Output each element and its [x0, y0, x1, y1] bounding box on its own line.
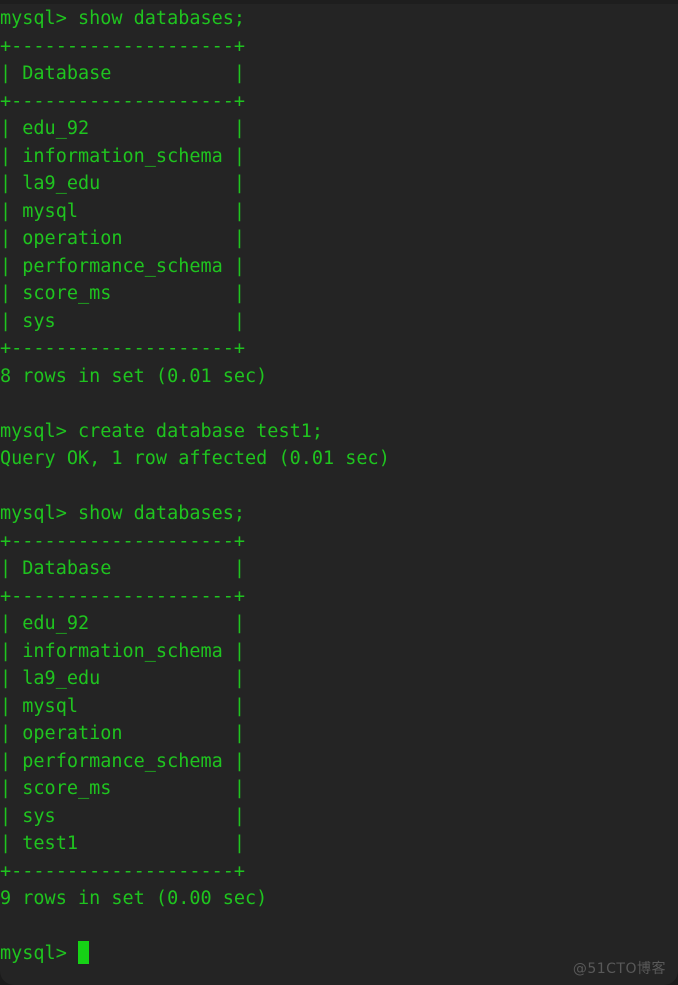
- watermark-label: @51CTO博客: [572, 961, 666, 977]
- prompt-label: mysql>: [0, 943, 78, 964]
- text-cursor: [77, 941, 89, 964]
- terminal-line: | mysql |: [0, 695, 246, 717]
- terminal-line: mysql> create database test1;: [0, 420, 324, 442]
- terminal-line: 9 rows in set (0.00 sec): [0, 888, 268, 909]
- terminal-line: | test1 |: [0, 833, 246, 854]
- terminal-line: | performance_schema |: [0, 255, 246, 277]
- terminal-line: | Database |: [0, 558, 246, 579]
- terminal-line: | edu_92 |: [0, 613, 246, 634]
- terminal-line: | operation |: [0, 723, 246, 744]
- terminal-line: | performance_schema |: [0, 750, 246, 772]
- terminal-line: +--------------------+: [0, 585, 246, 607]
- terminal-line: | mysql |: [0, 200, 246, 222]
- terminal-line: Query OK, 1 row affected (0.01 sec): [0, 448, 390, 469]
- terminal-line: | la9_edu |: [0, 173, 246, 194]
- terminal-line: | la9_edu |: [0, 668, 246, 689]
- terminal-line: | Database |: [0, 63, 246, 84]
- terminal-line: 8 rows in set (0.01 sec): [0, 365, 268, 387]
- terminal-line: | edu_92 |: [0, 118, 246, 139]
- terminal-line: | score_ms |: [0, 283, 246, 304]
- terminal-line: +--------------------+: [0, 530, 246, 552]
- terminal-line: | operation |: [0, 228, 246, 249]
- terminal-line: | sys |: [0, 805, 246, 827]
- terminal-line: +--------------------+: [0, 338, 246, 359]
- terminal-line: +--------------------+: [0, 90, 246, 112]
- terminal-line: +--------------------+: [0, 860, 246, 882]
- terminal-output-area[interactable]: mysql> show databases; +-----------------…: [0, 4, 678, 968]
- terminal-line: +--------------------+: [0, 35, 246, 57]
- terminal-line: | information_schema |: [0, 640, 246, 662]
- terminal-line: mysql> show databases;: [0, 503, 246, 524]
- terminal-line: mysql> show databases;: [0, 8, 246, 29]
- terminal-line: | sys |: [0, 310, 246, 332]
- terminal-window[interactable]: mysql> show databases; +-----------------…: [0, 0, 678, 985]
- terminal-line: | information_schema |: [0, 145, 246, 167]
- terminal-line: | score_ms |: [0, 778, 246, 799]
